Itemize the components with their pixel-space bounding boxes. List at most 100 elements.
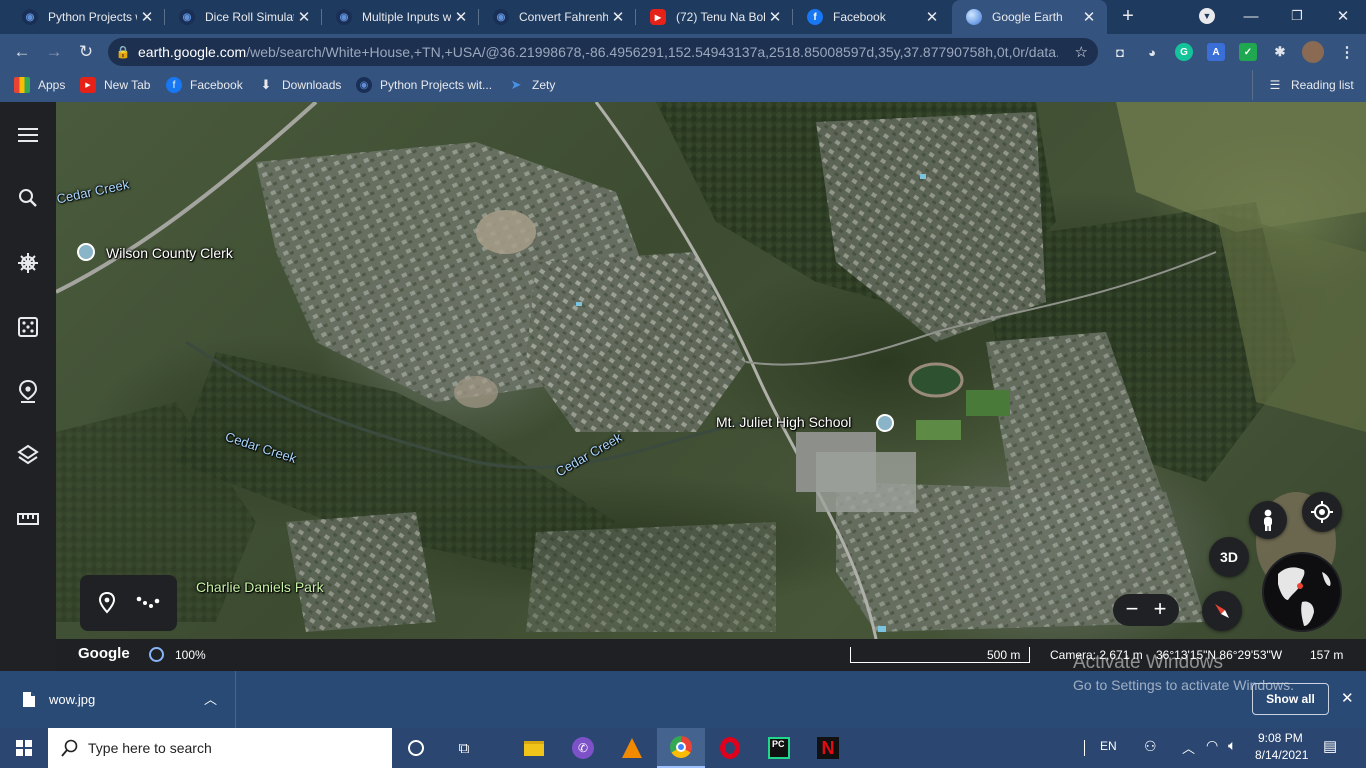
close-tab-icon[interactable]: ✕ bbox=[922, 8, 942, 26]
facebook-icon: f bbox=[807, 9, 823, 25]
tab-facebook[interactable]: f Facebook ✕ bbox=[793, 0, 950, 34]
netflix-app[interactable]: N bbox=[804, 728, 852, 768]
bookmarks-bar: Apps ▶ New Tab f Facebook ⬇ Downloads ◉ … bbox=[0, 70, 1366, 102]
grammarly-extension-icon[interactable]: G bbox=[1175, 43, 1193, 61]
restore-button[interactable]: ❐ bbox=[1274, 0, 1320, 32]
more-menu-icon[interactable]: ⋮ bbox=[1338, 43, 1356, 61]
ship-wheel-icon bbox=[18, 253, 38, 273]
ground-elevation: 157 m bbox=[1310, 648, 1344, 662]
pycharm-app[interactable]: PC bbox=[755, 728, 803, 768]
new-tab-button[interactable]: + bbox=[1108, 0, 1148, 32]
bookmark-label: Apps bbox=[38, 78, 66, 92]
opera-app[interactable] bbox=[706, 728, 754, 768]
language-indicator[interactable]: EN bbox=[1100, 739, 1117, 753]
incognito-extension-icon[interactable]: ◕ bbox=[1143, 43, 1161, 61]
browser-toolbar: ← → ↻ 🔒 earth.google.com/web/search/Whit… bbox=[0, 34, 1366, 70]
toggle-3d-button[interactable]: 3D bbox=[1209, 537, 1249, 577]
close-tab-icon[interactable]: ✕ bbox=[608, 8, 628, 26]
close-tab-icon[interactable]: ✕ bbox=[765, 8, 785, 26]
reload-icon: ↻ bbox=[78, 42, 94, 61]
layers-icon bbox=[17, 444, 39, 465]
translate-extension-icon[interactable]: A bbox=[1207, 43, 1225, 61]
map-status-bar: Google 100% 500 m Camera: 2,671 m 36°13'… bbox=[56, 639, 1366, 673]
back-button[interactable]: ← bbox=[8, 38, 36, 66]
minimize-button[interactable]: — bbox=[1228, 0, 1274, 32]
bookmark-python-projects[interactable]: ◉ Python Projects wit... bbox=[356, 70, 492, 100]
chevron-up-icon[interactable]: ︿ bbox=[1182, 738, 1195, 757]
school-icon[interactable] bbox=[876, 414, 894, 432]
download-item[interactable]: wow.jpg ︿ bbox=[0, 671, 236, 728]
map-style-button[interactable] bbox=[10, 437, 46, 473]
tab-convert-fahrenheit[interactable]: ◉ Convert Fahrenhe ✕ bbox=[479, 0, 636, 34]
compass-button[interactable] bbox=[1202, 591, 1242, 631]
main-menu-button[interactable] bbox=[10, 117, 46, 153]
bookmark-star-icon[interactable]: ☆ bbox=[1075, 43, 1088, 61]
wifi-icon[interactable]: ◠ bbox=[1206, 737, 1218, 754]
bookmark-zety[interactable]: ➤ Zety bbox=[508, 70, 556, 100]
close-tab-icon[interactable]: ✕ bbox=[294, 8, 314, 26]
download-filename: wow.jpg bbox=[49, 692, 96, 707]
zoom-out-button[interactable]: − bbox=[1121, 596, 1143, 622]
notification-center-icon[interactable]: ▤ bbox=[1323, 737, 1337, 755]
government-building-icon[interactable] bbox=[77, 243, 95, 261]
show-all-downloads-button[interactable]: Show all bbox=[1252, 683, 1329, 715]
measure-button[interactable] bbox=[10, 501, 46, 537]
satellite-map[interactable]: Cedar Creek Wilson County Clerk Cedar Cr… bbox=[56, 102, 1366, 639]
address-bar[interactable]: 🔒 earth.google.com/web/search/White+Hous… bbox=[108, 38, 1098, 66]
bookmark-new-tab[interactable]: ▶ New Tab bbox=[80, 70, 150, 100]
url-text[interactable]: earth.google.com/web/search/White+House,… bbox=[138, 44, 1058, 60]
tab-search-button[interactable]: ▼ bbox=[1184, 0, 1230, 32]
tab-google-earth[interactable]: Google Earth ✕ bbox=[952, 0, 1107, 34]
profile-avatar[interactable] bbox=[1302, 41, 1324, 63]
map-label-mt-juliet-high-school[interactable]: Mt. Juliet High School bbox=[716, 414, 851, 430]
reload-button[interactable]: ↻ bbox=[72, 38, 100, 66]
clock-date[interactable]: 8/14/2021 bbox=[1255, 748, 1308, 762]
reading-list-button[interactable]: ☰ Reading list bbox=[1252, 70, 1354, 100]
draw-path-button[interactable] bbox=[136, 595, 160, 616]
bookmark-downloads[interactable]: ⬇ Downloads bbox=[258, 70, 342, 100]
task-view-button[interactable]: ⧉ bbox=[440, 728, 488, 768]
projects-button[interactable] bbox=[10, 373, 46, 409]
map-label-wilson-county-clerk[interactable]: Wilson County Clerk bbox=[106, 245, 233, 261]
compass-icon bbox=[1215, 604, 1229, 618]
puzzle-extensions-icon[interactable]: ✱ bbox=[1271, 43, 1289, 61]
lock-icon: 🔒 bbox=[115, 45, 131, 59]
bookmark-apps[interactable]: Apps bbox=[14, 70, 65, 100]
tab-dice-roll-simulator[interactable]: ◉ Dice Roll Simulato ✕ bbox=[165, 0, 322, 34]
chrome-app[interactable] bbox=[657, 728, 705, 768]
zoom-in-button[interactable]: + bbox=[1149, 596, 1171, 622]
start-button[interactable] bbox=[0, 728, 48, 768]
clock-time[interactable]: 9:08 PM bbox=[1258, 731, 1303, 745]
tab-youtube-video[interactable]: ▶ (72) Tenu Na Bol K ✕ bbox=[636, 0, 793, 34]
close-tab-icon[interactable]: ✕ bbox=[451, 8, 471, 26]
volume-icon[interactable]: 🔈︎ bbox=[1228, 737, 1236, 754]
shield-extension-icon[interactable]: ✓ bbox=[1239, 43, 1257, 61]
bookmark-label: Downloads bbox=[282, 78, 342, 92]
tab-python-projects[interactable]: ◉ Python Projects w ✕ bbox=[8, 0, 165, 34]
voyager-button[interactable] bbox=[10, 245, 46, 281]
search-icon bbox=[19, 189, 37, 207]
tab-multiple-inputs[interactable]: ◉ Multiple Inputs w ✕ bbox=[322, 0, 479, 34]
globe-minimap[interactable] bbox=[1262, 552, 1342, 632]
close-tab-icon[interactable]: ✕ bbox=[137, 8, 157, 26]
feeling-lucky-button[interactable] bbox=[10, 309, 46, 345]
vlc-app[interactable] bbox=[608, 728, 656, 768]
camera-extension-icon[interactable]: ◘ bbox=[1111, 43, 1129, 61]
close-download-shelf-icon[interactable]: ✕ bbox=[1341, 689, 1354, 707]
cortana-button[interactable] bbox=[392, 728, 440, 768]
close-tab-icon[interactable]: ✕ bbox=[1079, 8, 1099, 26]
file-explorer-app[interactable] bbox=[510, 728, 558, 768]
map-label-charlie-daniels-park[interactable]: Charlie Daniels Park bbox=[196, 578, 324, 596]
search-button[interactable] bbox=[10, 180, 46, 216]
viber-app[interactable]: ✆ bbox=[559, 728, 607, 768]
add-placemark-button[interactable] bbox=[98, 591, 116, 619]
street-view-button[interactable] bbox=[1249, 501, 1287, 539]
my-location-button[interactable] bbox=[1302, 492, 1342, 532]
close-window-button[interactable]: ✕ bbox=[1320, 0, 1366, 32]
forward-button[interactable]: → bbox=[40, 38, 68, 66]
python-projects-icon: ◉ bbox=[356, 77, 372, 93]
taskbar-search-box[interactable]: Type here to search bbox=[48, 728, 392, 768]
people-icon[interactable]: ⚇ bbox=[1144, 738, 1157, 755]
bookmark-facebook[interactable]: f Facebook bbox=[166, 70, 243, 100]
chevron-up-icon[interactable]: ︿ bbox=[204, 689, 217, 708]
